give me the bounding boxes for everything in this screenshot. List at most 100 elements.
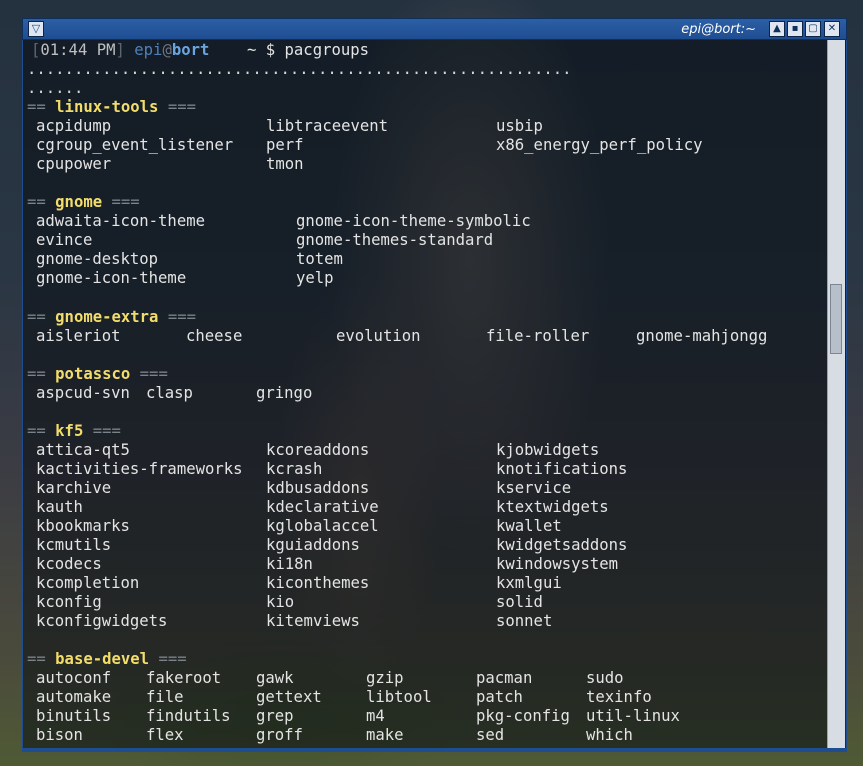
package-row: autoconf fakeroot gawk gzip pacman sudo (36, 669, 836, 688)
package-name: evolution (336, 327, 421, 345)
package-name: gnome-desktop (36, 250, 159, 268)
package-name: make (366, 726, 404, 744)
group-name: linux-tools (55, 98, 159, 116)
package-name: kglobalaccel (266, 517, 379, 535)
package-name: kconfig (36, 593, 102, 611)
package-name: kcoreaddons (266, 441, 370, 459)
package-row: kcodecs ki18n kwindowsystem (36, 555, 836, 574)
package-name: tmon (266, 155, 304, 173)
group-header-gnome-extra: == gnome-extra === (27, 308, 196, 327)
prompt-user: epi (134, 41, 163, 59)
package-row: automake file gettext libtool patch texinfo (36, 688, 836, 707)
group-header-kf5: == kf5 === (27, 422, 121, 441)
package-name: bison (36, 726, 83, 744)
package-row: attica-qt5 kcoreaddons kjobwidgets (36, 441, 836, 460)
package-name: gringo (256, 384, 313, 402)
group-header-eq-left: == (27, 650, 46, 668)
package-name: kiconthemes (266, 574, 370, 592)
package-name: file (146, 688, 184, 706)
shade-button[interactable]: ▲ (769, 21, 785, 37)
package-row: karchive kdbusaddons kservice (36, 479, 836, 498)
package-row: gnome-icon-theme yelp (36, 269, 836, 288)
package-name: kjobwidgets (496, 441, 600, 459)
group-header-eq-right: === (167, 308, 197, 326)
package-name: karchive (36, 479, 112, 497)
package-name: ktextwidgets (496, 498, 609, 516)
package-name: aisleriot (36, 327, 121, 345)
package-name: kconfigwidgets (36, 612, 168, 630)
package-name: cgroup_event_listener (36, 136, 234, 154)
package-name: kwidgetsaddons (496, 536, 628, 554)
package-name: libtool (366, 688, 432, 706)
package-name: kguiaddons (266, 536, 360, 554)
package-name: evince (36, 231, 93, 249)
package-name: ki18n (266, 555, 313, 573)
package-name: attica-qt5 (36, 441, 130, 459)
scrollbar-thumb[interactable] (830, 284, 842, 354)
package-name: perf (266, 136, 304, 154)
window-titlebar[interactable]: ▽ epi@bort:~ ▲ ▪ ▢ ✕ (22, 18, 847, 40)
group-header-eq-left: == (27, 308, 46, 326)
package-name: kbookmarks (36, 517, 130, 535)
package-name: adwaita-icon-theme (36, 212, 205, 230)
package-name: kitemviews (266, 612, 360, 630)
prompt-at: @ (162, 41, 172, 59)
package-name: which (586, 726, 633, 744)
package-name: autoconf (36, 669, 112, 687)
progress-dots-cont: ...... (27, 79, 84, 97)
package-row: bison flex groff make sed which (36, 726, 836, 745)
package-name: fakeroot (146, 669, 222, 687)
group-header-eq-right: === (139, 365, 168, 383)
group-header-potassco: == potassco === (27, 365, 168, 384)
package-name: groff (256, 726, 303, 744)
package-row: kconfig kio solid (36, 593, 836, 612)
package-name: kactivities-frameworks (36, 460, 243, 478)
package-name: sed (476, 726, 505, 744)
package-name: gnome-mahjongg (636, 327, 768, 345)
package-row: kactivities-frameworks kcrash knotificatio… (36, 460, 836, 479)
package-name: findutils (146, 707, 231, 725)
package-row: evince gnome-themes-standard (36, 231, 836, 250)
package-name: aspcud-svn (36, 384, 130, 402)
group-name: gnome-extra (55, 308, 159, 326)
group-header-eq-right: === (158, 650, 187, 668)
group-header-eq-left: == (27, 193, 46, 211)
prompt-close-bracket: ] (115, 41, 125, 59)
package-name: solid (496, 593, 543, 611)
package-name: gzip (366, 669, 404, 687)
package-name: gawk (256, 669, 294, 687)
package-name: kauth (36, 498, 83, 516)
maximize-button[interactable]: ▢ (805, 21, 821, 37)
package-row: kbookmarks kglobalaccel kwallet (36, 517, 836, 536)
package-name: libtraceevent (266, 117, 389, 135)
window-bottom-border (22, 748, 847, 752)
package-name: kcodecs (36, 555, 102, 573)
group-header-eq-left: == (27, 365, 46, 383)
package-row: cgroup_event_listener perf x86_energy_perf… (36, 136, 836, 155)
progress-dots: ........................................… (27, 60, 572, 78)
group-header-eq-left: == (27, 98, 46, 116)
close-button[interactable]: ✕ (824, 21, 840, 37)
package-row: kconfigwidgets kitemviews sonnet (36, 612, 836, 631)
group-header-eq-right: === (167, 98, 197, 116)
package-name: file-roller (486, 327, 590, 345)
terminal-output[interactable]: [01:44 PM] epi@bort ~ $ pacgroups ......… (22, 40, 847, 748)
package-name: kcompletion (36, 574, 140, 592)
prompt-path: ~ $ (246, 41, 276, 59)
package-row: aisleriot cheese evolution file-roller gnome… (36, 327, 836, 346)
package-row: adwaita-icon-theme gnome-icon-theme-symbo… (36, 212, 836, 231)
minimize-button[interactable]: ▪ (787, 21, 803, 37)
package-name: yelp (296, 269, 334, 287)
terminal-scrollbar[interactable] (827, 40, 845, 748)
package-name: gnome-themes-standard (296, 231, 494, 249)
package-row: acpidump libtraceevent usbip (36, 117, 836, 136)
shell-prompt: [01:44 PM] epi@bort ~ $ pacgroups (31, 41, 369, 60)
window-menu-icon[interactable]: ▽ (28, 21, 44, 37)
group-name: kf5 (55, 422, 84, 440)
package-name: grep (256, 707, 294, 725)
group-header-base-devel: == base-devel === (27, 650, 187, 669)
package-name: totem (296, 250, 343, 268)
package-name: cpupower (36, 155, 112, 173)
package-name: kwindowsystem (496, 555, 619, 573)
package-name: kio (266, 593, 295, 611)
